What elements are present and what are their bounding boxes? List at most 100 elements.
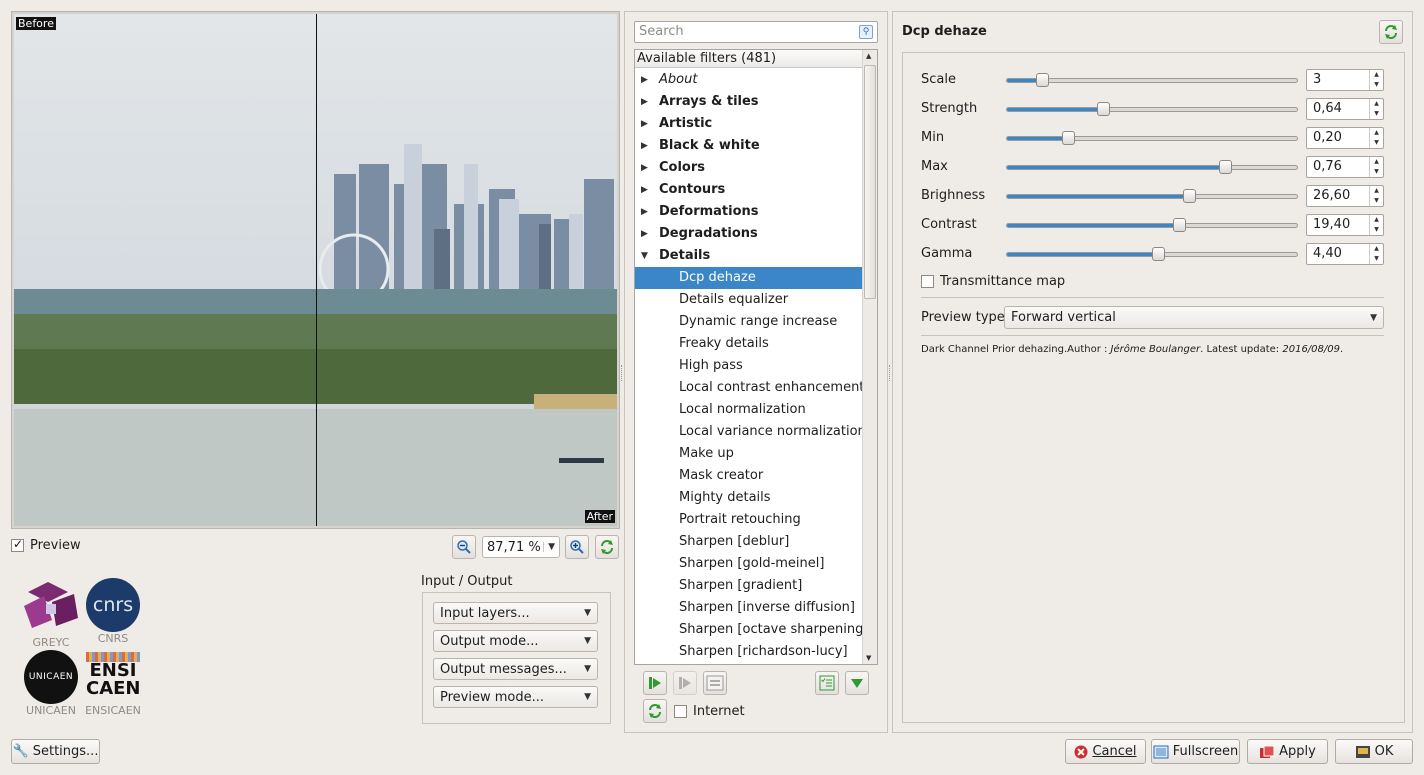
filter-item[interactable]: Portrait retouching	[635, 509, 863, 531]
filter-item[interactable]: Sharpen [gradient]	[635, 575, 863, 597]
transmittance-checkbox[interactable]	[921, 275, 934, 288]
preview-image[interactable]: Before After	[14, 14, 617, 526]
split-divider[interactable]	[316, 14, 317, 526]
filter-item[interactable]: Freaky details	[635, 333, 863, 355]
expand-arrow-icon[interactable]: ▶	[641, 113, 648, 135]
expand-arrow-icon[interactable]: ▶	[641, 157, 648, 179]
filter-category[interactable]: ▼ Details	[635, 245, 863, 267]
param-slider[interactable]	[1006, 160, 1298, 174]
filter-item[interactable]: Sharpen [gold-meinel]	[635, 553, 863, 575]
expand-all-button[interactable]	[845, 671, 869, 695]
preview-type-combo[interactable]: Forward vertical ▼	[1004, 306, 1384, 329]
filter-category[interactable]: ▶ Degradations	[635, 223, 863, 245]
internet-toggle[interactable]: Internet	[674, 704, 745, 719]
select-filters-button[interactable]	[815, 671, 839, 695]
filter-item[interactable]: Dynamic range increase	[635, 311, 863, 333]
param-spinbox[interactable]: 0,64 ▲ ▼	[1306, 98, 1384, 120]
param-value[interactable]: 19,40	[1313, 217, 1350, 232]
update-filters-button[interactable]	[643, 699, 667, 723]
param-spinbox[interactable]: 4,40 ▲ ▼	[1306, 243, 1384, 265]
preview-mode-combo[interactable]: Preview mode... ▼	[433, 686, 598, 708]
expand-arrow-icon[interactable]: ▶	[641, 91, 648, 113]
slider-handle[interactable]	[1096, 102, 1110, 116]
slider-handle[interactable]	[1218, 160, 1232, 174]
filter-item[interactable]: Sharpen [inverse diffusion]	[635, 597, 863, 619]
param-spinbox[interactable]: 19,40 ▲ ▼	[1306, 214, 1384, 236]
filter-item[interactable]: Details equalizer	[635, 289, 863, 311]
spinbox-arrows-icon[interactable]: ▲ ▼	[1369, 215, 1383, 235]
filter-category[interactable]: ▶ Artistic	[635, 113, 863, 135]
filter-category[interactable]: ▶ Contours	[635, 179, 863, 201]
ok-button[interactable]: OK	[1335, 739, 1413, 764]
param-slider[interactable]	[1006, 102, 1298, 116]
expand-arrow-icon[interactable]: ▶	[641, 201, 648, 223]
settings-button[interactable]: 🔧 Settings...	[11, 739, 100, 764]
transmittance-toggle[interactable]: Transmittance map	[921, 274, 1065, 289]
param-value[interactable]: 3	[1313, 72, 1321, 87]
preview-toggle[interactable]: Preview	[11, 537, 81, 553]
spinbox-arrows-icon[interactable]: ▲ ▼	[1369, 70, 1383, 90]
filter-category[interactable]: ▶ Black & white	[635, 135, 863, 157]
scroll-down-arrow-icon[interactable]: ▼	[866, 654, 871, 662]
param-slider[interactable]	[1006, 218, 1298, 232]
expand-arrow-icon[interactable]: ▶	[641, 179, 648, 201]
filter-item[interactable]: Sharpen [octave sharpening]	[635, 619, 868, 641]
collapse-arrow-icon[interactable]: ▼	[641, 245, 648, 267]
filter-category[interactable]: ▶ Deformations	[635, 201, 863, 223]
filter-category[interactable]: ▶ Colors	[635, 157, 863, 179]
slider-handle[interactable]	[1182, 189, 1196, 203]
filter-tree-scroll-thumb[interactable]	[864, 65, 876, 299]
rename-favorite-button[interactable]	[703, 671, 727, 695]
filter-item[interactable]: High pass	[635, 355, 863, 377]
param-spinbox[interactable]: 26,60 ▲ ▼	[1306, 185, 1384, 207]
splitter-handle-right[interactable]	[889, 365, 891, 381]
filter-item[interactable]: Mask creator	[635, 465, 863, 487]
output-mode-combo[interactable]: Output mode... ▼	[433, 630, 598, 652]
preview-checkbox[interactable]	[11, 537, 24, 552]
filter-tree-header[interactable]: Available filters (481)	[635, 50, 863, 68]
param-slider[interactable]	[1006, 73, 1298, 87]
zoom-level-combo[interactable]: 87,71 % ▼	[482, 536, 560, 558]
param-slider[interactable]	[1006, 189, 1298, 203]
param-spinbox[interactable]: 3 ▲ ▼	[1306, 69, 1384, 91]
filter-item[interactable]: Local normalization	[635, 399, 863, 421]
filter-category[interactable]: ▶ Arrays & tiles	[635, 91, 863, 113]
search-icon[interactable]: ⚲	[859, 25, 873, 39]
filter-category[interactable]: ▶ About	[635, 69, 863, 91]
output-messages-combo[interactable]: Output messages... ▼	[433, 658, 598, 680]
refresh-preview-button[interactable]	[595, 535, 619, 559]
expand-arrow-icon[interactable]: ▶	[641, 69, 648, 91]
scroll-up-arrow-icon[interactable]: ▲	[866, 52, 871, 60]
param-slider[interactable]	[1006, 131, 1298, 145]
input-layers-combo[interactable]: Input layers... ▼	[433, 602, 598, 624]
zoom-out-button[interactable]	[452, 535, 476, 559]
spinbox-arrows-icon[interactable]: ▲ ▼	[1369, 244, 1383, 264]
filter-item[interactable]: Dcp dehaze	[635, 267, 863, 289]
filter-item[interactable]: Local contrast enhancement	[635, 377, 864, 399]
param-value[interactable]: 0,64	[1313, 101, 1342, 116]
expand-arrow-icon[interactable]: ▶	[641, 223, 648, 245]
slider-handle[interactable]	[1172, 218, 1186, 232]
filter-tree[interactable]: Available filters (481) ▶ About ▶ Arrays & …	[634, 49, 878, 665]
remove-favorite-button[interactable]	[673, 671, 697, 695]
filter-search-input[interactable]: Search ⚲	[634, 21, 878, 43]
slider-handle[interactable]	[1151, 247, 1165, 261]
fullscreen-button[interactable]: Fullscreen	[1151, 739, 1240, 764]
splitter-handle-left[interactable]	[621, 365, 623, 381]
add-favorite-button[interactable]	[643, 671, 667, 695]
spinbox-arrows-icon[interactable]: ▲ ▼	[1369, 186, 1383, 206]
param-slider[interactable]	[1006, 247, 1298, 261]
filter-tree-scrollbar[interactable]: ▲ ▼	[862, 50, 877, 664]
param-spinbox[interactable]: 0,20 ▲ ▼	[1306, 127, 1384, 149]
expand-arrow-icon[interactable]: ▶	[641, 135, 648, 157]
spinbox-arrows-icon[interactable]: ▲ ▼	[1369, 157, 1383, 177]
apply-button[interactable]: Apply	[1247, 739, 1328, 764]
spinbox-arrows-icon[interactable]: ▲ ▼	[1369, 128, 1383, 148]
reset-parameters-button[interactable]	[1379, 20, 1403, 44]
zoom-in-button[interactable]	[565, 535, 589, 559]
param-value[interactable]: 4,40	[1313, 246, 1342, 261]
param-value[interactable]: 26,60	[1313, 188, 1350, 203]
filter-item[interactable]: Local variance normalization	[635, 421, 866, 443]
filter-item[interactable]: Sharpen [richardson-lucy]	[635, 641, 863, 663]
param-value[interactable]: 0,76	[1313, 159, 1342, 174]
